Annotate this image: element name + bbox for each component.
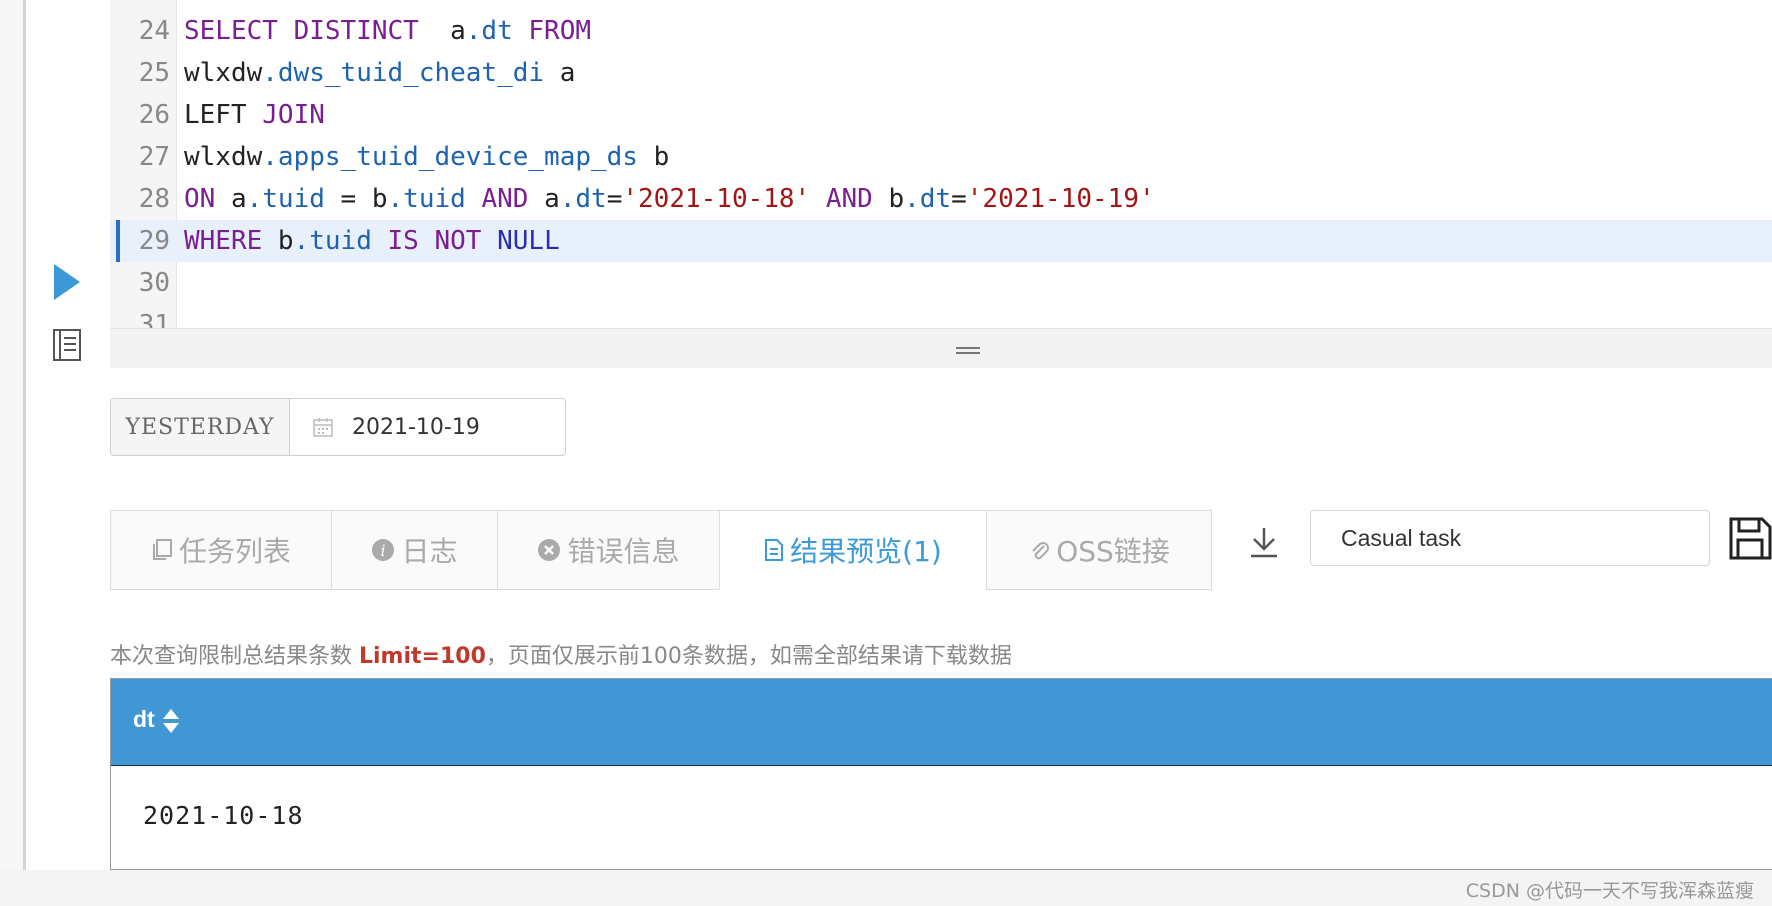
svg-text:i: i [381,541,386,560]
calendar-icon [313,418,333,437]
line-number: 26 [138,100,170,130]
code-token: .dt [904,184,952,214]
code-text: wlxdw.apps_tuid_device_map_ds b [184,136,669,178]
line-number: 25 [138,58,170,88]
code-line[interactable]: 30 [110,262,1772,304]
code-token: .tuid [293,226,372,256]
code-token: ON [184,184,216,214]
download-icon[interactable] [1246,524,1282,560]
copy-icon [151,538,173,562]
code-token: = b [324,184,388,214]
code-token: WHERE [184,226,263,256]
code-token: a [544,58,576,88]
tab-label: 结果预览(1) [790,535,942,568]
code-token: NULL [481,226,560,256]
code-token: '2021-10-18' [622,184,811,214]
date-input[interactable]: 2021-10-19 [290,399,565,455]
code-token: LEFT [184,100,263,130]
result-table: dt 2021-10-18 [110,678,1772,870]
code-line[interactable]: 25 wlxdw.dws_tuid_cheat_di a [110,52,1772,94]
code-text: LEFT JOIN [184,94,325,136]
document-list-icon[interactable] [52,328,82,362]
code-token: a [528,184,560,214]
line-number: 24 [138,16,170,46]
result-tabs: 任务列表 i 日志 错误信息 结果预览(1) OSS链接 [110,510,1212,590]
line-number: 30 [138,268,170,298]
code-token: AND [810,184,873,214]
code-token: b [872,184,905,214]
tab-label: 日志 [401,535,458,568]
paperclip-icon [1028,538,1050,562]
date-value: 2021-10-19 [352,414,480,440]
code-token: .tuid [387,184,466,214]
code-token: .dt [559,184,607,214]
code-line[interactable]: 29 WHERE b.tuid IS NOT NULL [110,220,1772,262]
result-limit-notice: 本次查询限制总结果条数 Limit=100，页面仅展示前100条数据，如需全部结… [110,638,1012,670]
line-number: 29 [138,226,170,256]
code-line[interactable]: 28 ON a.tuid = b.tuid AND a.dt='2021-10-1… [110,178,1772,220]
sort-icon[interactable] [161,705,181,737]
error-icon [537,538,561,562]
notice-suffix: ，页面仅展示前100条数据，如需全部结果请下载数据 [485,644,1012,669]
grip-icon[interactable] [956,347,980,355]
code-token: a [418,16,466,46]
save-icon[interactable] [1728,516,1772,560]
task-name-input[interactable] [1310,510,1710,566]
line-number: 28 [138,184,170,214]
code-token: .dws_tuid_cheat_di [262,58,545,88]
code-text: ON a.tuid = b.tuid AND a.dt='2021-10-18'… [184,178,1155,220]
tab-label: 任务列表 [178,535,291,568]
date-picker[interactable]: YESTERDAY 2021-10-19 [110,398,566,456]
code-token: b [637,142,670,172]
play-icon[interactable] [54,264,80,300]
code-token: .apps_tuid_device_map_ds [262,142,638,172]
tab-oss-link[interactable]: OSS链接 [986,510,1212,590]
code-token: SELECT DISTINCT [184,16,419,46]
left-rail [0,0,26,906]
limit-highlight: Limit=100 [359,644,486,669]
code-token: wlxdw [184,58,263,88]
tab-label: OSS链接 [1056,535,1170,568]
date-preset-label[interactable]: YESTERDAY [111,399,290,455]
code-token: FROM [512,16,592,46]
code-text: SELECT DISTINCT a.dt FROM [184,10,591,52]
table-header-row: dt [111,679,1772,766]
file-icon [764,538,784,562]
code-token: a [215,184,247,214]
code-text: wlxdw.dws_tuid_cheat_di a [184,52,575,94]
code-token: .tuid [246,184,325,214]
code-token: b [262,226,294,256]
notice-prefix: 本次查询限制总结果条数 [110,644,359,669]
code-line[interactable]: 26 LEFT JOIN [110,94,1772,136]
code-text: WHERE b.tuid IS NOT NULL [184,220,560,262]
tab-error-info[interactable]: 错误信息 [497,510,720,590]
code-token: AND [465,184,529,214]
code-token: IS NOT [371,226,482,256]
line-number: 27 [138,142,170,172]
tab-label: 错误信息 [567,535,680,568]
code-token: wlxdw [184,142,263,172]
code-token: JOIN [262,100,325,130]
column-header-dt[interactable]: dt [133,706,155,733]
tab-log[interactable]: i 日志 [331,510,498,590]
sql-editor[interactable]: 24 SELECT DISTINCT a.dt FROM 25 wlxdw.dws_t… [110,0,1772,340]
editor-resize-handle[interactable] [110,328,1772,368]
code-token: = [951,184,967,214]
info-icon: i [371,538,395,562]
tab-task-list[interactable]: 任务列表 [110,510,332,590]
watermark-credit: CSDN @代码一天不写我浑森蓝瘦 [1465,880,1754,902]
code-token: '2021-10-19' [966,184,1155,214]
code-line[interactable]: 24 SELECT DISTINCT a.dt FROM [110,10,1772,52]
code-token: .dt [465,16,513,46]
tab-result-preview[interactable]: 结果预览(1) [719,510,987,590]
code-line[interactable]: 27 wlxdw.apps_tuid_device_map_ds b [110,136,1772,178]
code-token: = [606,184,623,214]
table-cell: 2021-10-18 [143,801,304,830]
